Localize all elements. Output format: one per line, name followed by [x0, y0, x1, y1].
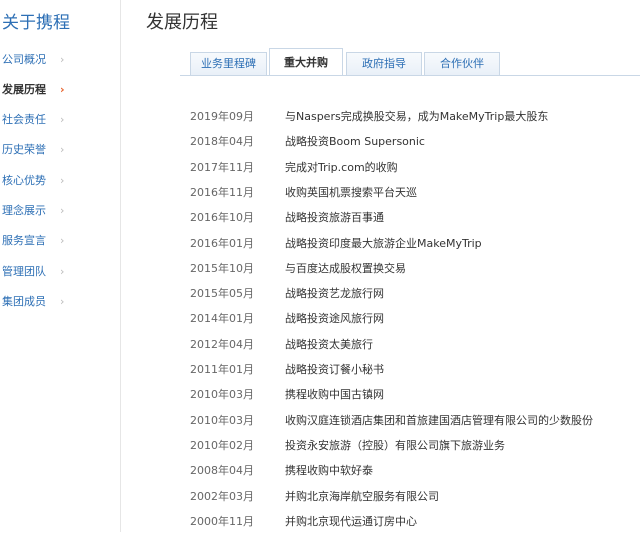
list-item: 2002年03月 并购北京海岸航空服务有限公司 — [0, 484, 640, 509]
sidebar-item-company-overview[interactable]: 公司概况 › — [2, 49, 118, 71]
row-date: 2010年02月 — [190, 438, 254, 452]
row-date: 2015年10月 — [190, 261, 254, 275]
row-event: 战略投资旅游百事通 — [285, 211, 384, 225]
chevron-right-icon: › — [60, 83, 65, 96]
sidebar-item-history[interactable]: 发展历程 › — [2, 79, 118, 101]
list-item: 2000年11月 并购北京现代运通订房中心 — [0, 509, 640, 534]
row-date: 2002年03月 — [190, 489, 254, 503]
row-event: 并购北京现代运通订房中心 — [285, 514, 417, 528]
list-item: 2014年01月 战略投资途风旅行网 — [0, 306, 640, 331]
row-date: 2016年01月 — [190, 236, 254, 250]
tab-underline — [180, 75, 640, 76]
row-date: 2000年11月 — [190, 514, 254, 528]
row-date: 2016年10月 — [190, 211, 254, 225]
row-date: 2010年03月 — [190, 388, 254, 402]
row-event: 投资永安旅游（控股）有限公司旗下旅游业务 — [285, 438, 505, 452]
tab-major-acquisitions[interactable]: 重大并购 — [269, 48, 343, 76]
row-event: 战略投资途风旅行网 — [285, 312, 384, 326]
list-item: 2008年04月 携程收购中软好泰 — [0, 458, 640, 483]
row-event: 战略投资印度最大旅游企业MakeMyTrip — [285, 236, 482, 250]
row-event: 战略投资Boom Supersonic — [285, 135, 425, 149]
row-date: 2010年03月 — [190, 413, 254, 427]
row-event: 收购英国机票搜索平台天巡 — [285, 185, 417, 199]
list-item: 2015年10月 与百度达成股权置换交易 — [0, 256, 640, 281]
list-item: 2016年10月 战略投资旅游百事通 — [0, 205, 640, 230]
list-item: 2011年01月 战略投资订餐小秘书 — [0, 357, 640, 382]
list-item: 2016年01月 战略投资印度最大旅游企业MakeMyTrip — [0, 231, 640, 256]
tab-business-milestones[interactable]: 业务里程碑 — [190, 52, 267, 75]
list-item: 2019年09月 与Naspers完成换股交易，成为MakeMyTrip最大股东 — [0, 104, 640, 129]
row-event: 与百度达成股权置换交易 — [285, 261, 406, 275]
list-item: 2017年11月 完成对Trip.com的收购 — [0, 155, 640, 180]
row-event: 与Naspers完成换股交易，成为MakeMyTrip最大股东 — [285, 110, 549, 123]
row-event: 战略投资订餐小秘书 — [285, 363, 384, 376]
list-item: 2010年03月 收购汉庭连锁酒店集团和首旅建国酒店管理有限公司的少数股份 — [0, 408, 640, 433]
row-date: 2014年01月 — [190, 312, 254, 326]
list-item: 2018年04月 战略投资Boom Supersonic — [0, 129, 640, 154]
row-event: 携程收购中国古镇网 — [285, 388, 384, 402]
tab-government-guidance[interactable]: 政府指导 — [346, 52, 422, 75]
row-event: 完成对Trip.com的收购 — [285, 160, 398, 174]
row-event: 携程收购中软好泰 — [285, 464, 373, 478]
row-event: 战略投资艺龙旅行网 — [285, 287, 384, 301]
row-date: 2016年11月 — [190, 185, 254, 199]
list-item: 2012年04月 战略投资太美旅行 — [0, 332, 640, 357]
list-item: 2010年02月 投资永安旅游（控股）有限公司旗下旅游业务 — [0, 433, 640, 458]
list-item: 2010年03月 携程收购中国古镇网 — [0, 382, 640, 407]
row-date: 2011年01月 — [190, 363, 254, 376]
row-date: 2008年04月 — [190, 464, 254, 478]
page-title: 发展历程 — [146, 12, 218, 33]
sidebar-item-label: 发展历程 — [2, 83, 46, 96]
row-date: 2019年09月 — [190, 110, 254, 123]
row-date: 2018年04月 — [190, 135, 254, 149]
sidebar-title: 关于携程 — [2, 13, 70, 33]
tab-partners[interactable]: 合作伙伴 — [424, 52, 500, 75]
row-date: 2017年11月 — [190, 160, 254, 174]
list-item: 2016年11月 收购英国机票搜索平台天巡 — [0, 180, 640, 205]
sidebar-item-label: 公司概况 — [2, 53, 46, 66]
row-event: 战略投资太美旅行 — [285, 337, 373, 351]
row-event: 收购汉庭连锁酒店集团和首旅建国酒店管理有限公司的少数股份 — [285, 413, 593, 427]
row-date: 2015年05月 — [190, 287, 254, 301]
row-event: 并购北京海岸航空服务有限公司 — [285, 489, 439, 503]
chevron-right-icon: › — [60, 53, 65, 66]
row-date: 2012年04月 — [190, 337, 254, 351]
list-item: 2015年05月 战略投资艺龙旅行网 — [0, 281, 640, 306]
